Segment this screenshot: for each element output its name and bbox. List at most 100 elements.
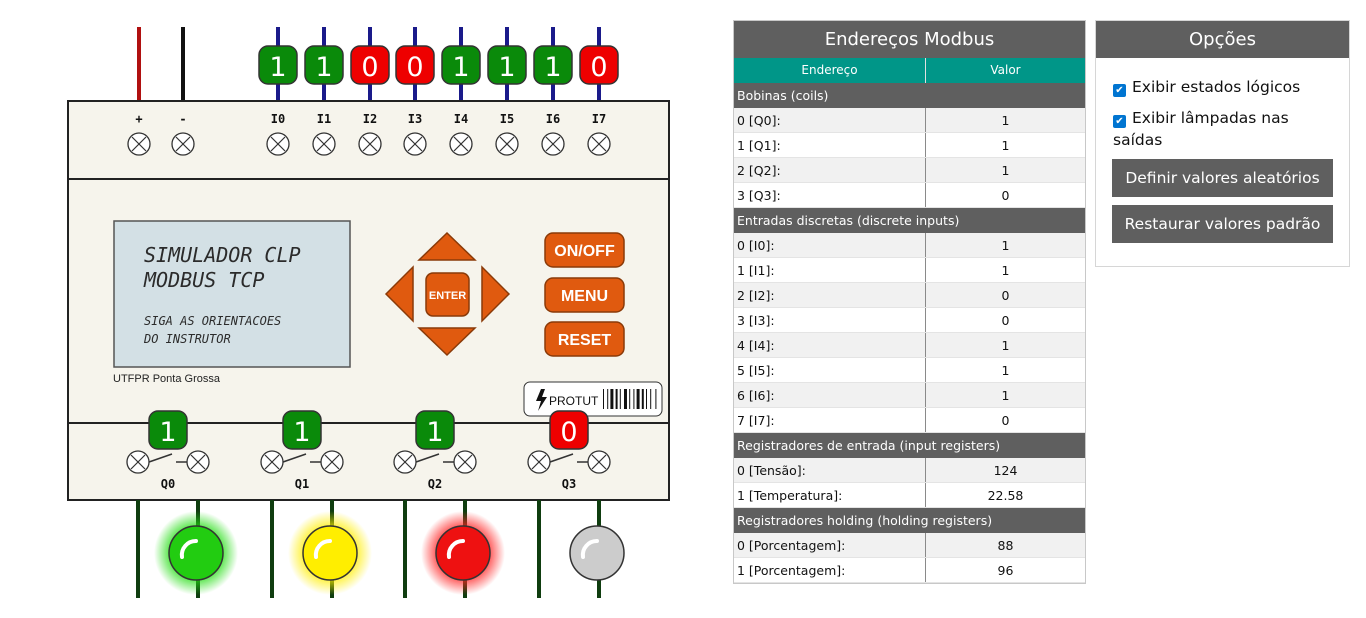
power-terminal-label: - [179,112,186,126]
input-screw-terminal [495,132,519,156]
logo-text: PROTUT [549,394,599,408]
menu-label: MENU [561,288,608,305]
table-row: 7 [I7]: 0 [734,408,1085,433]
table-row: 0 [Porcentagem]: 88 [734,533,1085,558]
plc-simulator: + - I0 I1 I2 I3 I4 I5 I6 I7 11001110 SIMULADOR CL… [67,27,670,598]
checkbox-logic-states[interactable]: ✔ [1113,84,1126,97]
output-state-badge-q1: 1 [282,410,322,450]
input-screw-terminal [541,132,565,156]
input-state-badge-i1: 1 [304,45,344,85]
output-label-q3: Q3 [562,477,576,491]
output-screw-terminal [186,450,210,474]
lamp-q0 [154,511,238,595]
show-logic-states-label: Exibir estados lógicos [1132,78,1301,96]
modbus-section-header: Bobinas (coils) [734,83,1085,108]
input-label-i1: I1 [317,112,331,126]
address-cell: 2 [I2]: [734,283,926,307]
modbus-section-header: Registradores de entrada (input register… [734,433,1085,458]
brand-label: UTFPR Ponta Grossa [113,373,221,385]
input-state-badge-i5-text: 1 [498,52,515,83]
address-cell: 5 [I5]: [734,358,926,382]
address-cell: 3 [I3]: [734,308,926,332]
address-cell: 0 [Tensão]: [734,458,926,482]
table-row: 5 [I5]: 1 [734,358,1085,383]
output-state-badge-q3: 0 [549,410,589,450]
show-lamps-option[interactable]: ✔ Exibir lâmpadas nas saídas [1096,107,1349,151]
table-row: 3 [Q3]: 0 [734,183,1085,208]
input-label-i5: I5 [500,112,514,126]
address-cell: 1 [I1]: [734,258,926,282]
input-label-i4: I4 [454,112,468,126]
input-screw-terminal [449,132,473,156]
input-state-badge-i6-text: 1 [544,52,561,83]
value-cell: 22.58 [987,488,1024,503]
options-title: Opções [1096,21,1349,58]
table-row: 1 [I1]: 1 [734,258,1085,283]
input-state-badge-i4-text: 1 [452,52,469,83]
output-state-badge-q1-text: 1 [293,417,310,448]
table-row: 1 [Porcentagem]: 96 [734,558,1085,583]
checkbox-lamps[interactable]: ✔ [1113,115,1126,128]
input-screw-terminal [587,132,611,156]
input-label-i0: I0 [271,112,285,126]
address-cell: 1 [Porcentagem]: [734,558,926,582]
lamp-q2 [421,511,505,595]
table-row: 0 [Q0]: 1 [734,108,1085,133]
lcd-line-1: SIMULADOR CLP [144,243,301,267]
value-cell: 0 [1001,313,1010,328]
input-state-badge-i0-text: 1 [269,52,286,83]
modbus-panel: Endereços Modbus Endereço Valor Bobinas … [733,20,1086,584]
onoff-label: ON/OFF [554,243,615,260]
value-cell: 0 [1001,413,1010,428]
input-label-i6: I6 [546,112,560,126]
value-cell: 1 [1001,163,1010,178]
input-state-badge-i2: 0 [350,45,390,85]
input-state-badge-i7: 0 [579,45,619,85]
output-label-q0: Q0 [161,477,175,491]
options-panel: Opções ✔ Exibir estados lógicos ✔ Exibir l… [1095,20,1350,267]
restore-defaults-button[interactable]: Restaurar valores padrão [1112,205,1333,243]
lcd-line-2: MODBUS TCP [143,268,264,292]
input-screw-terminal [358,132,382,156]
modbus-title: Endereços Modbus [734,21,1085,58]
random-values-button[interactable]: Definir valores aleatórios [1112,159,1333,197]
output-screw-terminal [393,450,417,474]
table-row: 1 [Temperatura]: 22.58 [734,483,1085,508]
value-cell: 1 [1001,388,1010,403]
input-label-i7: I7 [592,112,606,126]
output-screw-terminal [260,450,284,474]
value-cell: 124 [993,463,1018,478]
output-screw-terminal [587,450,611,474]
modbus-column-header: Endereço Valor [734,58,1085,83]
address-cell: 1 [Q1]: [734,133,926,157]
output-screw-terminal [320,450,344,474]
value-cell: 96 [997,563,1014,578]
power-terminal-label: + [135,112,142,126]
address-cell: 6 [I6]: [734,383,926,407]
address-cell: 4 [I4]: [734,333,926,357]
value-cell: 88 [997,538,1014,553]
value-cell: 0 [1001,188,1010,203]
modbus-section-header: Registradores holding (holding registers… [734,508,1085,533]
power-screw-terminal [171,132,195,156]
input-state-badge-i7-text: 0 [590,52,607,83]
input-state-badge-i3-text: 0 [406,52,423,83]
lamp-q3 [569,525,625,581]
value-cell: 1 [1001,338,1010,353]
value-cell: 0 [1001,288,1010,303]
output-screw-terminal [126,450,150,474]
lcd-line-3: SIGA AS ORIENTACOES [144,314,281,328]
output-state-badge-q3-text: 0 [560,417,577,448]
output-state-badge-q0: 1 [148,410,188,450]
table-row: 3 [I3]: 0 [734,308,1085,333]
reset-label: RESET [558,332,612,349]
show-logic-states-option[interactable]: ✔ Exibir estados lógicos [1096,76,1349,98]
show-lamps-label-2: saídas [1113,131,1163,149]
value-cell: 1 [1001,138,1010,153]
lamp-q1 [288,511,372,595]
output-screw-terminal [527,450,551,474]
lcd-line-4: DO INSTRUTOR [143,332,231,346]
address-cell: 0 [Q0]: [734,108,926,132]
value-cell: 1 [1001,263,1010,278]
table-row: 0 [Tensão]: 124 [734,458,1085,483]
